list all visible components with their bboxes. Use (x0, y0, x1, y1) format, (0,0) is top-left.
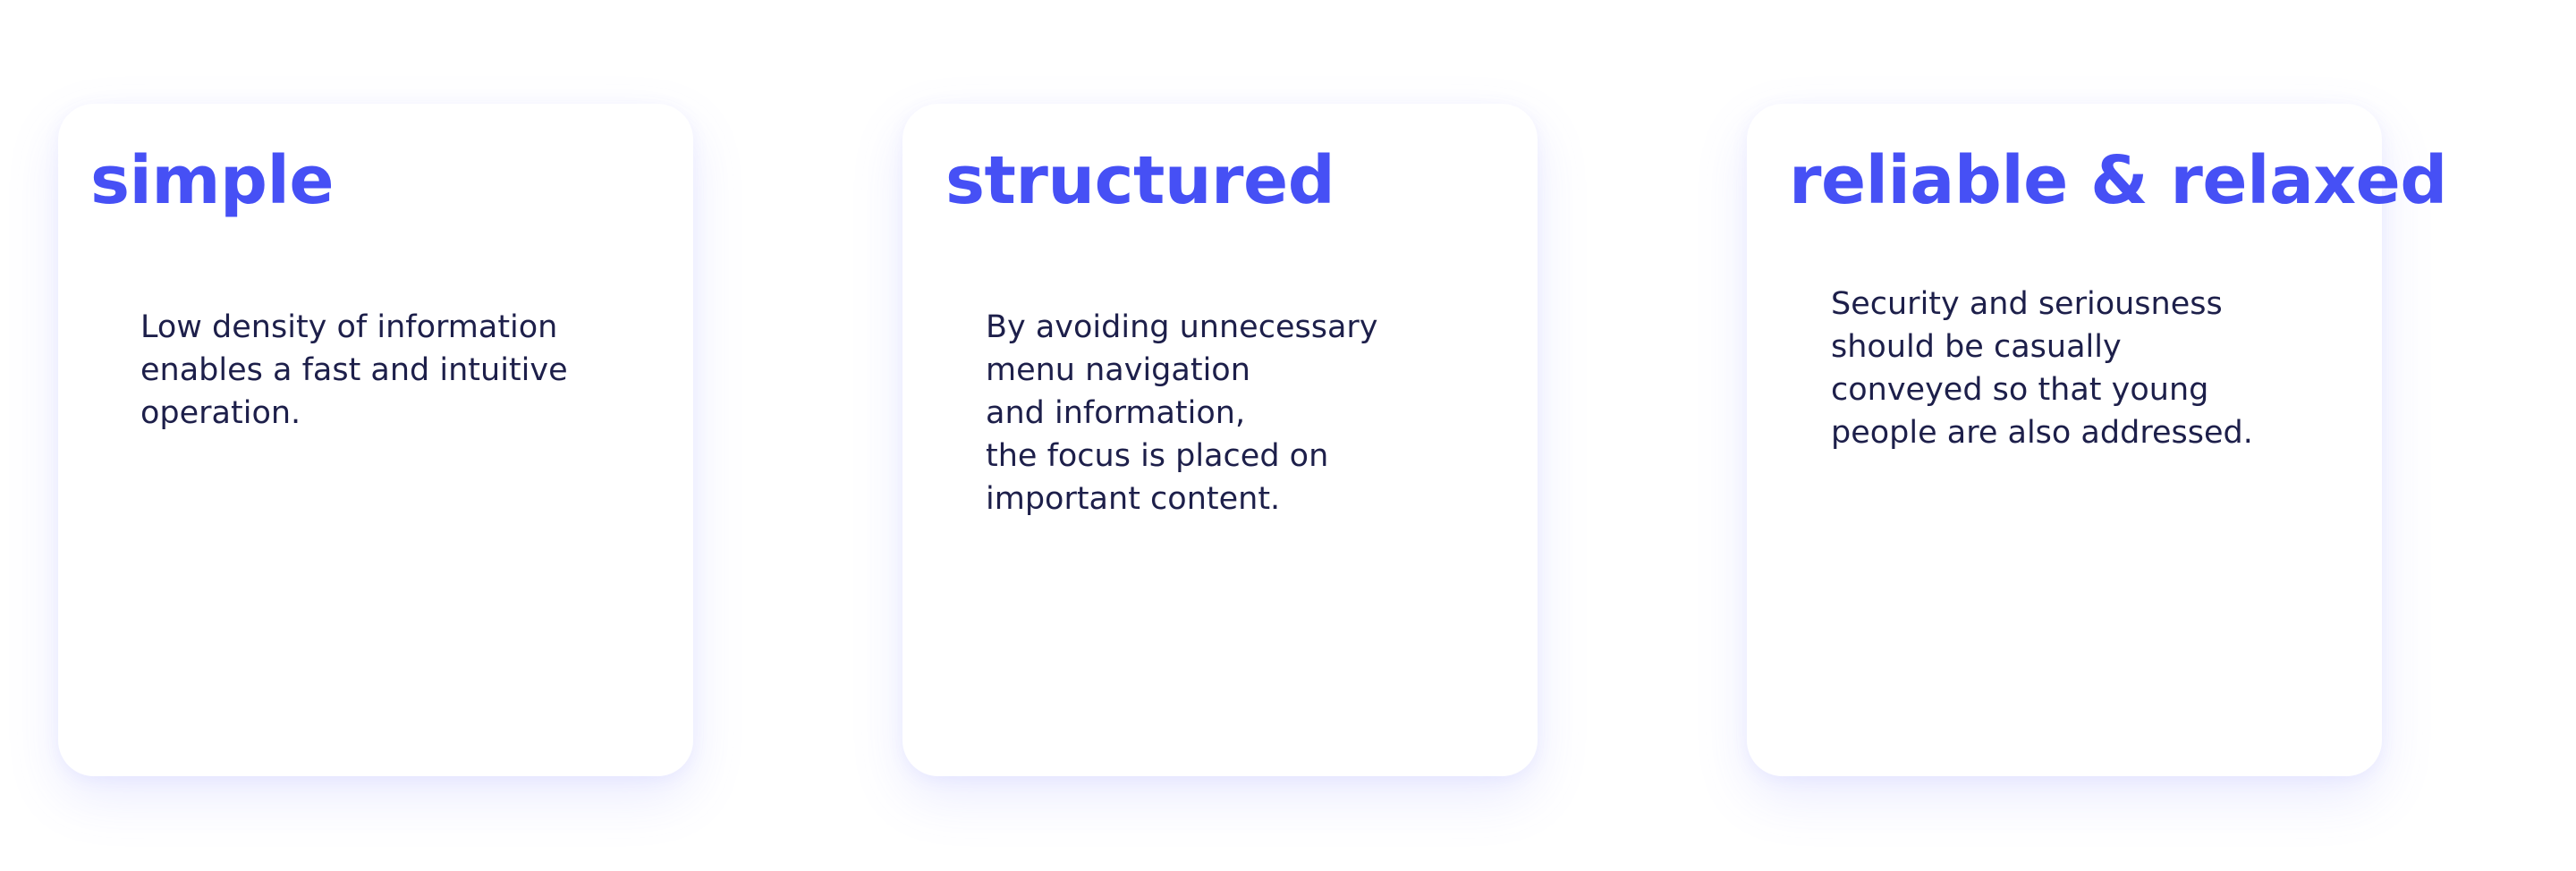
card-title: structured (945, 142, 1335, 219)
card-description: Low density of information enables a fas… (140, 309, 568, 431)
card-description: By avoiding unnecessary menu navigation … (986, 309, 1378, 517)
card-title: reliable & relaxed (1789, 142, 2447, 219)
card-title: simple (90, 142, 335, 219)
feature-card-reliable-relaxed: reliable & relaxed Security and seriousn… (1747, 104, 2447, 776)
feature-card-structured: structured By avoiding unnecessary menu … (902, 104, 1538, 776)
card-description: Security and seriousness should be casua… (1831, 286, 2253, 451)
feature-cards-section: simple Low density of information enable… (0, 0, 2576, 871)
feature-card-simple: simple Low density of information enable… (58, 104, 693, 776)
